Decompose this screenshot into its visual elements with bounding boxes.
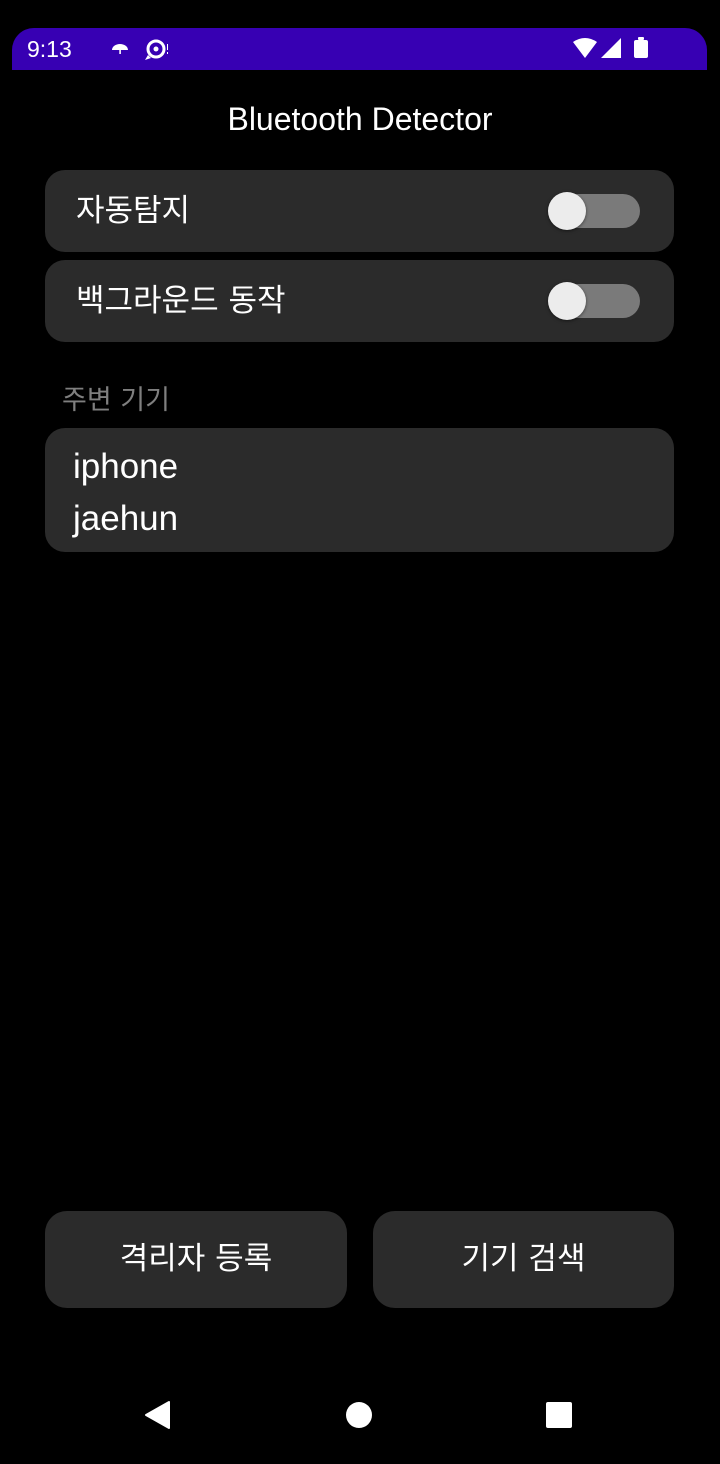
home-button[interactable]: [331, 1387, 387, 1443]
home-icon: [346, 1402, 372, 1428]
scan-devices-button[interactable]: 기기 검색: [373, 1211, 674, 1308]
recents-icon: [546, 1402, 572, 1428]
app-title: Bluetooth Detector: [227, 101, 493, 137]
wifi-icon: [573, 38, 597, 58]
back-button[interactable]: [129, 1387, 185, 1443]
background-operation-switch[interactable]: [548, 282, 640, 320]
status-right-icons: [571, 37, 661, 61]
status-bar: 9:13: [12, 28, 707, 70]
navigation-bar: [0, 1370, 720, 1460]
recents-button[interactable]: [531, 1387, 587, 1443]
switch-thumb: [548, 192, 586, 230]
cell-signal-icon: [601, 38, 621, 58]
device-list: iphone jaehun: [45, 428, 674, 552]
auto-detect-row[interactable]: 자동탐지: [45, 170, 674, 252]
notification-icon: [145, 39, 169, 60]
nearby-devices-label: 주변 기기: [62, 385, 170, 416]
background-operation-row[interactable]: 백그라운드 동작: [45, 260, 674, 342]
switch-thumb: [548, 282, 586, 320]
list-item[interactable]: jaehun: [73, 499, 178, 539]
auto-detect-switch[interactable]: [548, 192, 640, 230]
back-icon: [145, 1401, 170, 1429]
background-operation-label: 백그라운드 동작: [76, 283, 286, 319]
status-time: 9:13: [27, 36, 72, 62]
auto-detect-label: 자동탐지: [76, 193, 191, 229]
register-quarantine-button[interactable]: 격리자 등록: [45, 1211, 347, 1308]
status-left-icons: [98, 38, 169, 60]
umbrella-icon: [112, 44, 128, 54]
list-item[interactable]: iphone: [73, 447, 178, 487]
battery-icon: [634, 37, 648, 58]
